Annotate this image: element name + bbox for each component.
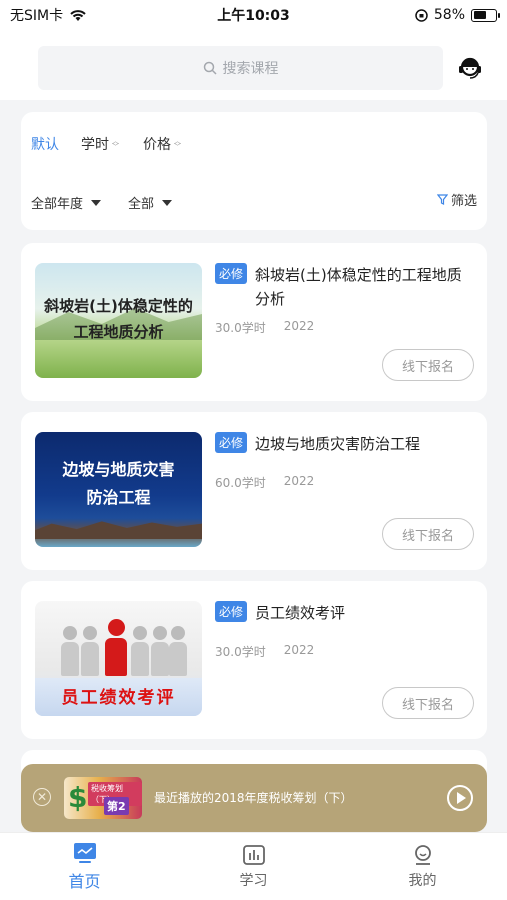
customer-service-button[interactable]	[454, 52, 486, 84]
required-badge: 必修	[215, 601, 248, 622]
course-card[interactable]: 边坡与地质灾害 防治工程 必修 边坡与地质灾害防治工程 60.0学时 2022 线下…	[21, 412, 487, 570]
search-icon	[203, 61, 217, 75]
tab-bar: 首页 学习 我的	[0, 832, 507, 900]
player-thumbnail: $ 税收筹划（下） 第2	[64, 777, 142, 819]
offline-enroll-button[interactable]: 线下报名	[382, 687, 474, 719]
offline-enroll-button[interactable]: 线下报名	[382, 518, 474, 550]
course-year: 2022	[283, 643, 315, 657]
filter-button[interactable]: 筛选	[436, 190, 477, 209]
search-placeholder: 搜索课程	[222, 61, 279, 77]
course-hours: 60.0学时	[215, 476, 266, 490]
course-thumbnail: 斜坡岩(土)体稳定性的 工程地质分析	[35, 263, 202, 378]
user-face-icon	[414, 844, 431, 865]
tab-study[interactable]: 学习	[169, 833, 338, 900]
headset-icon	[459, 57, 481, 79]
mini-player[interactable]: ✕ $ 税收筹划（下） 第2 最近播放的2018年度税收筹划（下）	[21, 764, 487, 832]
wifi-icon	[70, 10, 86, 21]
year-dropdown[interactable]: 全部年度	[31, 193, 102, 212]
home-monitor-icon	[73, 842, 96, 863]
course-hours: 30.0学时	[215, 321, 266, 335]
carrier-label: 无SIM卡	[10, 8, 64, 24]
course-card[interactable]: 员工绩效考评 必修 员工绩效考评 30.0学时 2022 线下报名	[21, 581, 487, 739]
sort-default[interactable]: 默认	[31, 134, 59, 154]
filter-panel: 默认 学时 ︿ ﹀ 价格 ︿ ﹀ 全部年度 全部 筛选	[21, 112, 487, 230]
course-title: 斜坡岩(土)体稳定性的工程地质分析	[255, 266, 462, 308]
course-year: 2022	[283, 319, 315, 333]
study-chart-icon	[242, 844, 265, 865]
caret-down-icon	[91, 199, 102, 206]
battery-percent: 58%	[433, 7, 465, 23]
course-hours: 30.0学时	[215, 645, 266, 659]
caret-down-icon	[162, 199, 173, 206]
battery-icon	[471, 8, 500, 22]
course-title: 员工绩效考评	[255, 604, 346, 622]
tab-mine[interactable]: 我的	[338, 833, 507, 900]
header: 搜索课程	[0, 30, 507, 100]
course-card[interactable]: 斜坡岩(土)体稳定性的 工程地质分析 必修 斜坡岩(土)体稳定性的工程地质分析 3…	[21, 243, 487, 401]
course-title: 边坡与地质灾害防治工程	[255, 435, 421, 453]
sort-arrows-icon: ︿ ﹀	[112, 137, 119, 151]
course-thumbnail: 边坡与地质灾害 防治工程	[35, 432, 202, 547]
course-thumbnail: 员工绩效考评	[35, 601, 202, 716]
orientation-lock-icon	[415, 8, 428, 22]
sort-hours[interactable]: 学时 ︿ ﹀	[81, 134, 119, 154]
offline-enroll-button[interactable]: 线下报名	[382, 349, 474, 381]
close-icon[interactable]: ✕	[33, 788, 51, 806]
sort-arrows-icon: ︿ ﹀	[174, 137, 181, 151]
required-badge: 必修	[215, 432, 248, 453]
sort-price[interactable]: 价格 ︿ ﹀	[143, 134, 181, 154]
search-input[interactable]: 搜索课程	[38, 46, 443, 90]
status-bar: 无SIM卡 上午10:03 58%	[0, 0, 507, 30]
category-dropdown[interactable]: 全部	[128, 193, 173, 212]
required-badge: 必修	[215, 263, 248, 284]
course-year: 2022	[283, 474, 315, 488]
tab-home[interactable]: 首页	[0, 833, 169, 900]
player-title: 最近播放的2018年度税收筹划（下）	[154, 791, 353, 805]
play-icon[interactable]	[447, 785, 473, 811]
funnel-icon	[436, 194, 448, 205]
